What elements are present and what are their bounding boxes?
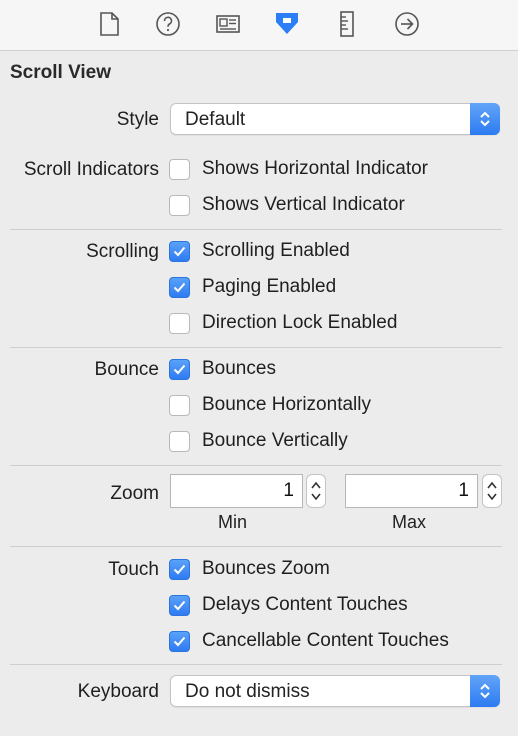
chevron-updown-icon	[470, 675, 500, 707]
bounce-horizontally-label: Bounce Horizontally	[202, 394, 371, 415]
checkmark-icon	[173, 636, 186, 647]
file-inspector-icon[interactable]	[93, 8, 125, 40]
style-value: Default	[185, 109, 246, 130]
shows-vertical-indicator-checkbox[interactable]	[169, 195, 190, 216]
checkmark-icon	[173, 282, 186, 293]
style-popup[interactable]: Default	[170, 103, 500, 135]
scroll-indicators-label: Scroll Indicators	[23, 159, 159, 180]
zoom-max-label: Max	[392, 512, 427, 532]
zoom-max-field[interactable]: 1	[345, 474, 478, 508]
bounces-checkbox[interactable]	[169, 359, 190, 380]
keyboard-label: Keyboard	[77, 681, 159, 702]
paging-enabled-label: Paging Enabled	[202, 276, 337, 297]
style-label: Style	[116, 109, 159, 130]
direction-lock-enabled-label: Direction Lock Enabled	[202, 312, 398, 333]
identity-inspector-icon[interactable]	[212, 8, 244, 40]
connections-inspector-icon[interactable]	[391, 8, 423, 40]
bounces-zoom-label: Bounces Zoom	[202, 558, 330, 579]
keyboard-popup[interactable]: Do not dismiss	[170, 675, 500, 707]
shows-horizontal-indicator-checkbox[interactable]	[169, 159, 190, 180]
divider	[10, 229, 502, 230]
zoom-min-field[interactable]: 1	[170, 474, 303, 508]
checkmark-icon	[173, 564, 186, 575]
quick-help-icon[interactable]	[152, 8, 184, 40]
zoom-min-label: Min	[218, 512, 248, 532]
scrolling-enabled-label: Scrolling Enabled	[202, 240, 350, 261]
delays-content-touches-checkbox[interactable]	[169, 595, 190, 616]
bounces-label: Bounces	[202, 358, 276, 379]
zoom-max-stepper[interactable]	[482, 474, 502, 508]
scrolling-enabled-checkbox[interactable]	[169, 241, 190, 262]
cancellable-content-touches-checkbox[interactable]	[169, 631, 190, 652]
size-inspector-icon[interactable]	[331, 8, 363, 40]
panel-title: Scroll View	[10, 62, 112, 83]
paging-enabled-checkbox[interactable]	[169, 277, 190, 298]
keyboard-value: Do not dismiss	[185, 681, 310, 702]
checkmark-icon	[173, 246, 186, 257]
checkmark-icon	[173, 364, 186, 375]
shows-vertical-indicator-label: Shows Vertical Indicator	[202, 194, 405, 215]
divider	[10, 347, 502, 348]
inspector-toolbar	[0, 0, 518, 51]
bounce-vertically-label: Bounce Vertically	[202, 430, 348, 451]
zoom-label: Zoom	[110, 483, 159, 504]
zoom-min-stepper[interactable]	[306, 474, 326, 508]
attributes-inspector-icon[interactable]	[271, 8, 303, 40]
divider	[10, 465, 502, 466]
stepper-arrows-icon	[487, 481, 497, 501]
scrolling-label: Scrolling	[86, 241, 159, 262]
cancellable-content-touches-label: Cancellable Content Touches	[202, 630, 449, 651]
bounce-vertically-checkbox[interactable]	[169, 431, 190, 452]
shows-horizontal-indicator-label: Shows Horizontal Indicator	[202, 158, 428, 179]
bounces-zoom-checkbox[interactable]	[169, 559, 190, 580]
divider	[10, 546, 502, 547]
touch-label: Touch	[108, 559, 159, 580]
divider	[10, 664, 502, 665]
checkmark-icon	[173, 600, 186, 611]
stepper-arrows-icon	[311, 481, 321, 501]
bounce-horizontally-checkbox[interactable]	[169, 395, 190, 416]
bounce-label: Bounce	[94, 359, 159, 380]
direction-lock-enabled-checkbox[interactable]	[169, 313, 190, 334]
chevron-updown-icon	[470, 103, 500, 135]
delays-content-touches-label: Delays Content Touches	[202, 594, 408, 615]
